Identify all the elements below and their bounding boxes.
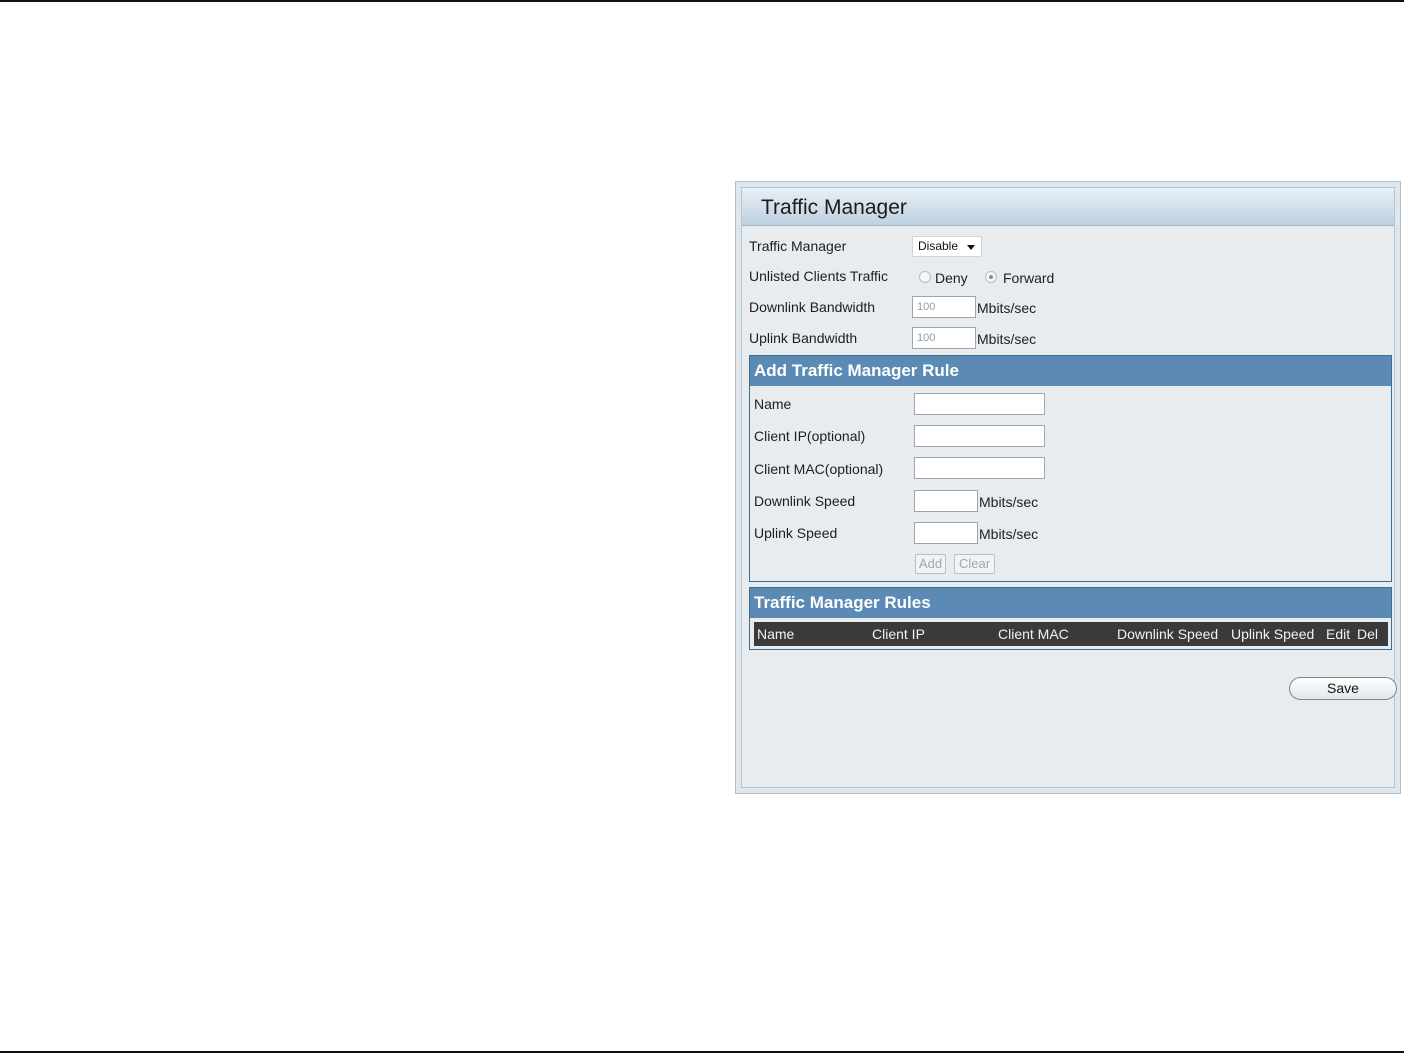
downlink-bandwidth-unit: Mbits/sec xyxy=(977,300,1037,316)
deny-radio[interactable] xyxy=(919,271,931,283)
save-button[interactable]: Save xyxy=(1289,677,1397,700)
rules-header: Traffic Manager Rules xyxy=(750,588,1391,618)
downlink-bandwidth-label: Downlink Bandwidth xyxy=(749,299,876,315)
downlink-speed-unit: Mbits/sec xyxy=(979,494,1039,510)
column-header-client-mac: Client MAC xyxy=(998,626,1069,642)
column-header-downlink-speed: Downlink Speed xyxy=(1117,626,1219,642)
client-mac-label: Client MAC(optional) xyxy=(754,461,884,477)
rules-table-header: Name Client IP Client MAC Downlink Speed… xyxy=(754,622,1388,646)
rule-name-input[interactable] xyxy=(914,393,1045,415)
chevron-down-icon xyxy=(967,245,975,250)
client-ip-input[interactable] xyxy=(914,425,1045,447)
downlink-speed-input[interactable] xyxy=(914,490,978,512)
uplink-bandwidth-label: Uplink Bandwidth xyxy=(749,330,858,346)
column-header-name: Name xyxy=(757,626,795,642)
deny-label: Deny xyxy=(935,270,968,286)
add-rule-title: Add Traffic Manager Rule xyxy=(754,361,959,380)
uplink-bandwidth-unit: Mbits/sec xyxy=(977,331,1037,347)
uplink-speed-label: Uplink Speed xyxy=(754,525,838,541)
traffic-manager-select-value: Disable xyxy=(918,239,959,253)
traffic-manager-panel: Traffic Manager Traffic Manager Disable … xyxy=(735,181,1401,794)
uplink-bandwidth-input[interactable]: 100 xyxy=(912,327,976,349)
top-rule-line xyxy=(0,0,1404,2)
add-rule-header: Add Traffic Manager Rule xyxy=(750,356,1391,386)
page-title: Traffic Manager xyxy=(761,196,907,219)
traffic-manager-label: Traffic Manager xyxy=(749,238,847,254)
column-header-client-ip: Client IP xyxy=(872,626,925,642)
rules-title: Traffic Manager Rules xyxy=(754,593,931,612)
client-ip-label: Client IP(optional) xyxy=(754,428,866,444)
unlisted-clients-label: Unlisted Clients Traffic xyxy=(749,268,889,284)
rule-name-label: Name xyxy=(754,396,792,412)
client-mac-input[interactable] xyxy=(914,457,1045,479)
add-button[interactable]: Add xyxy=(915,554,946,574)
column-header-edit: Edit xyxy=(1326,626,1351,642)
traffic-manager-select[interactable]: Disable xyxy=(912,236,982,257)
column-header-del: Del xyxy=(1357,626,1379,642)
forward-radio[interactable] xyxy=(985,271,997,283)
add-rule-section: Add Traffic Manager Rule Name Client IP(… xyxy=(749,355,1392,582)
clear-button[interactable]: Clear xyxy=(954,554,995,574)
panel-header: Traffic Manager xyxy=(742,188,1394,226)
rules-section: Traffic Manager Rules Name Client IP Cli… xyxy=(749,587,1392,650)
column-header-uplink-speed: Uplink Speed xyxy=(1231,626,1315,642)
panel-body: Traffic Manager Traffic Manager Disable … xyxy=(741,187,1397,788)
downlink-bandwidth-input[interactable]: 100 xyxy=(912,296,976,318)
bottom-rule-line xyxy=(0,1051,1404,1053)
downlink-speed-label: Downlink Speed xyxy=(754,493,856,509)
uplink-speed-unit: Mbits/sec xyxy=(979,526,1039,542)
uplink-speed-input[interactable] xyxy=(914,522,978,544)
forward-label: Forward xyxy=(1003,270,1055,286)
